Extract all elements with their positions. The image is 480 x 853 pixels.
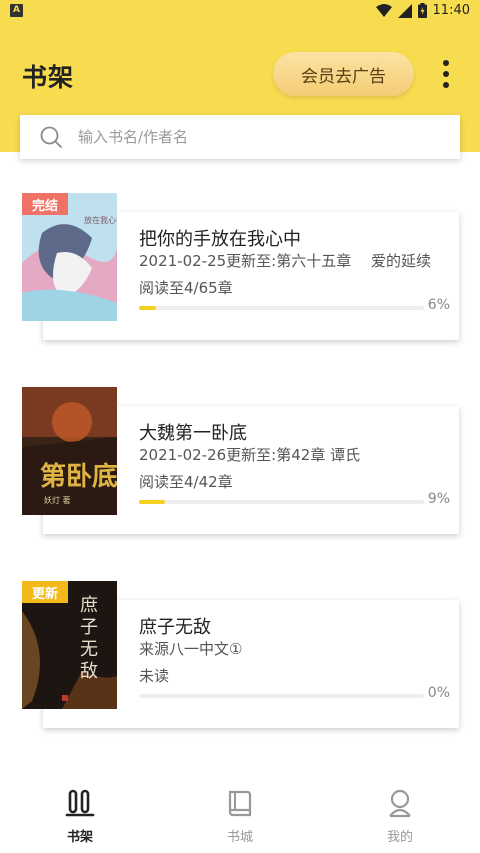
signal-icon — [397, 3, 412, 18]
reading-progress-text: 未读 — [139, 667, 170, 685]
svg-text:妖灯 著: 妖灯 著 — [44, 495, 71, 505]
svg-text:敌: 敌 — [80, 661, 98, 682]
book-update-info: 2021-02-25更新至:第六十五章 爱的延续 — [139, 252, 431, 270]
svg-text:子: 子 — [80, 617, 98, 638]
bookshelf-icon — [65, 789, 95, 817]
more-menu-button[interactable] — [436, 58, 456, 90]
remove-ads-button[interactable]: 会员去广告 — [273, 52, 414, 96]
more-dots-icon — [443, 60, 449, 66]
user-icon — [389, 789, 411, 818]
search-input[interactable] — [78, 128, 378, 146]
book-item[interactable]: 庶 子 无 敌 更新 庶子无敌 来源八一中文① 未读 0% — [0, 581, 480, 731]
reading-progress-bar — [139, 694, 424, 698]
svg-text:庶: 庶 — [80, 595, 98, 616]
svg-text:放在我心中: 放在我心中 — [84, 215, 117, 225]
status-badge-completed: 完结 — [22, 193, 68, 215]
clock: 11:40 — [432, 3, 470, 18]
reading-progress-bar — [139, 306, 424, 310]
svg-text:无: 无 — [80, 639, 98, 660]
progress-fill — [139, 500, 165, 504]
progress-fill — [139, 306, 157, 310]
book-title: 庶子无敌 — [139, 617, 211, 638]
app-notification-icon: A — [10, 4, 23, 17]
search-icon — [40, 126, 62, 148]
reading-progress-bar — [139, 500, 424, 504]
book-title: 把你的手放在我心中 — [139, 229, 301, 250]
progress-percent: 6% — [427, 297, 450, 313]
book-item[interactable]: 第卧底 妖灯 著 大魏第一卧底 2021-02-26更新至:第42章 谭氏 阅读… — [0, 387, 480, 537]
tab-label: 书架 — [66, 830, 93, 845]
progress-percent: 9% — [427, 491, 450, 507]
battery-icon — [417, 3, 427, 18]
tab-label: 我的 — [386, 830, 413, 845]
reading-progress-text: 阅读至4/65章 — [139, 279, 233, 297]
status-badge-updated: 更新 — [22, 581, 68, 603]
progress-percent: 0% — [427, 685, 450, 701]
book-source-info: 来源八一中文① — [139, 640, 243, 658]
tab-label: 书城 — [226, 830, 253, 845]
book-item[interactable]: 放在我心中 完结 把你的手放在我心中 2021-02-25更新至:第六十五章 爱… — [0, 193, 480, 343]
bottom-navigation: 书架 书城 我的 — [0, 780, 480, 853]
book-update-info: 2021-02-26更新至:第42章 谭氏 — [139, 446, 361, 464]
page-title: 书架 — [22, 63, 75, 92]
tab-bookstore[interactable]: 书城 — [160, 780, 320, 853]
wifi-icon — [375, 3, 392, 17]
search-bar[interactable] — [20, 115, 460, 159]
svg-text:第卧底: 第卧底 — [40, 461, 117, 492]
book-title: 大魏第一卧底 — [139, 423, 247, 444]
tab-profile[interactable]: 我的 — [320, 780, 480, 853]
book-cover[interactable]: 第卧底 妖灯 著 — [22, 387, 117, 515]
book-icon — [228, 790, 252, 817]
tab-bookshelf[interactable]: 书架 — [0, 780, 160, 853]
reading-progress-text: 阅读至4/42章 — [139, 473, 233, 491]
status-bar: A 11:40 — [0, 0, 480, 22]
